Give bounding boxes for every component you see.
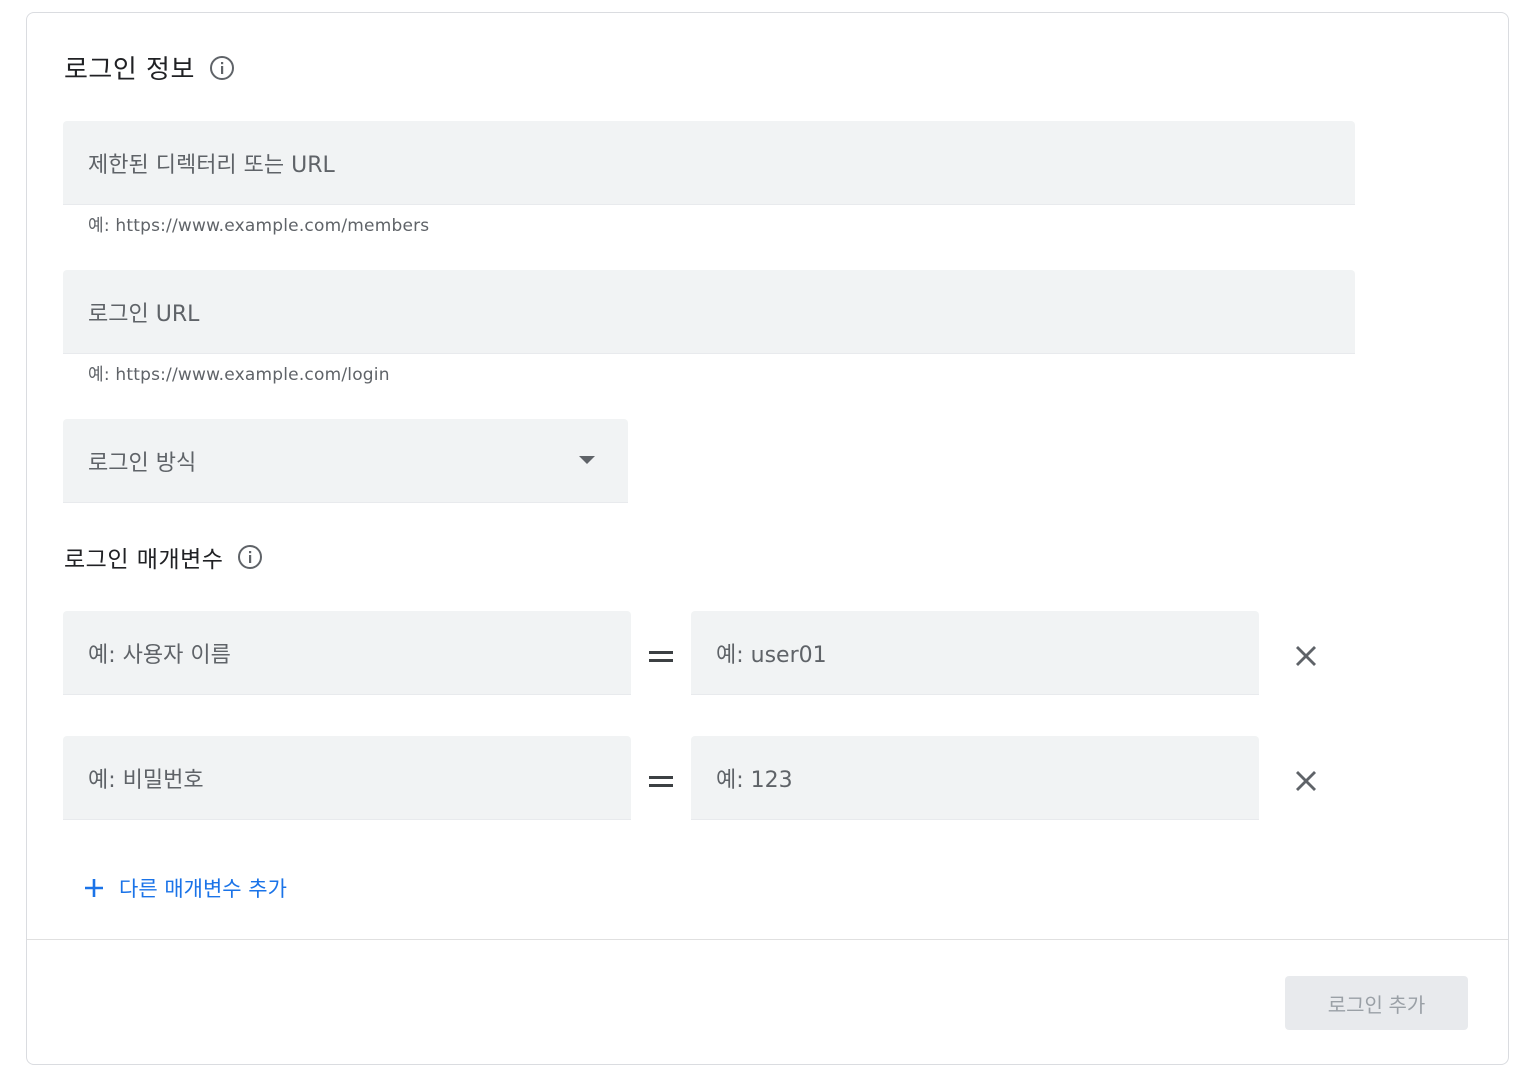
- restricted-directory-input[interactable]: 제한된 디렉터리 또는 URL: [63, 121, 1355, 205]
- remove-param-button[interactable]: [1291, 766, 1321, 796]
- param-value-input-1[interactable]: 예: user01: [691, 611, 1259, 695]
- param-key-input-1[interactable]: 예: 사용자 이름: [63, 611, 631, 695]
- footer-divider: [27, 939, 1508, 940]
- equals-icon: [649, 651, 673, 662]
- login-params-title: 로그인 매개변수: [64, 547, 224, 573]
- param-key-input-2[interactable]: 예: 비밀번호: [63, 736, 631, 820]
- login-url-placeholder: 로그인 URL: [88, 301, 200, 327]
- login-url-hint: 예: https://www.example.com/login: [88, 365, 390, 385]
- login-method-select[interactable]: 로그인 방식: [63, 419, 628, 503]
- section-title-login-info: 로그인 정보: [64, 49, 235, 86]
- add-param-label: 다른 매개변수 추가: [119, 877, 287, 901]
- restricted-directory-placeholder: 제한된 디렉터리 또는 URL: [88, 152, 335, 178]
- add-login-button[interactable]: 로그인 추가: [1285, 976, 1468, 1030]
- remove-param-button[interactable]: [1291, 641, 1321, 671]
- param-value-placeholder: 예: 123: [716, 767, 793, 793]
- add-param-button[interactable]: 다른 매개변수 추가: [83, 873, 287, 903]
- login-url-input[interactable]: 로그인 URL: [63, 270, 1355, 354]
- param-value-input-2[interactable]: 예: 123: [691, 736, 1259, 820]
- info-icon[interactable]: [237, 544, 263, 570]
- close-icon: [1296, 771, 1316, 791]
- login-info-title: 로그인 정보: [64, 55, 195, 85]
- login-card: 로그인 정보 제한된 디렉터리 또는 URL 예: https://www.ex…: [26, 12, 1509, 1065]
- section-title-login-params: 로그인 매개변수: [64, 540, 263, 574]
- restricted-directory-hint: 예: https://www.example.com/members: [88, 216, 430, 236]
- close-icon: [1296, 646, 1316, 666]
- param-key-placeholder: 예: 사용자 이름: [88, 642, 231, 668]
- login-method-placeholder: 로그인 방식: [88, 450, 197, 476]
- equals-icon: [649, 776, 673, 787]
- info-icon[interactable]: [209, 55, 235, 81]
- plus-icon: [85, 879, 103, 897]
- dropdown-arrow-icon: [579, 456, 595, 464]
- param-key-placeholder: 예: 비밀번호: [88, 767, 204, 793]
- param-value-placeholder: 예: user01: [716, 642, 827, 668]
